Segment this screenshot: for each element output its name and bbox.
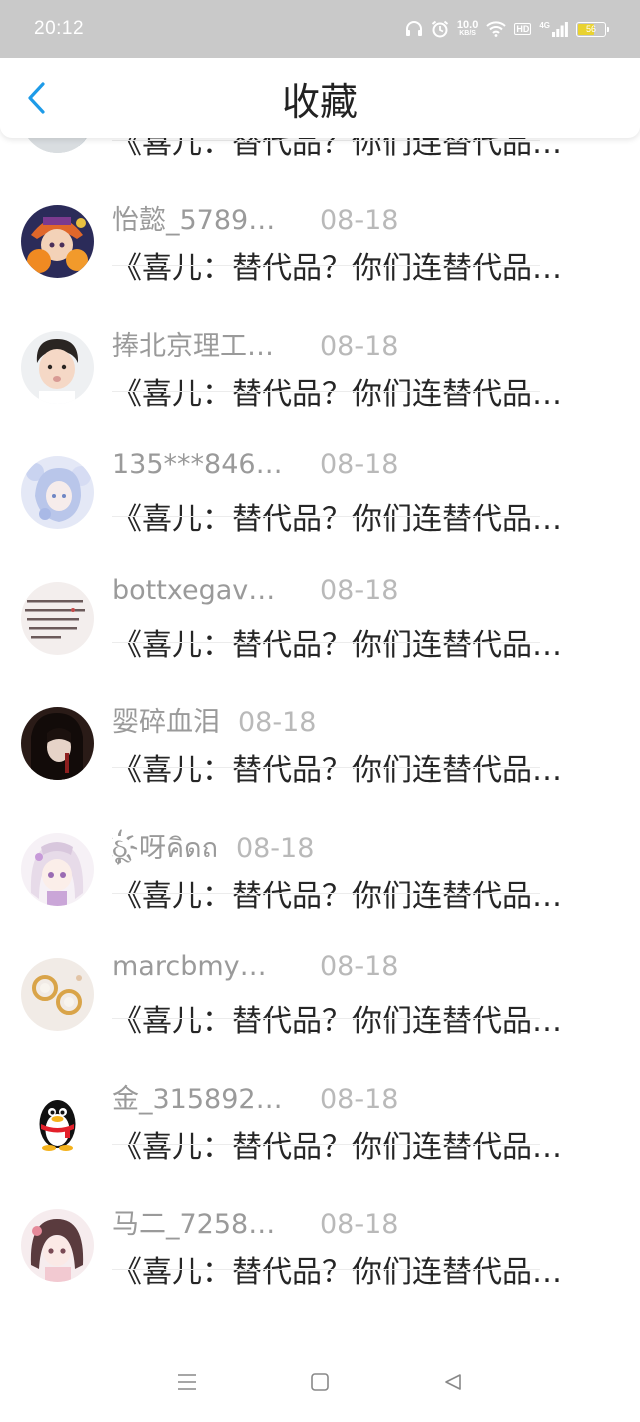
item-meta: bottxegav… 08-18 xyxy=(112,575,398,606)
home-square-icon xyxy=(311,1373,329,1391)
favorites-list: 《喜儿：替代品？你们连替代品… 怡懿_5789… 08-18 《喜儿：替代品？你… xyxy=(0,80,640,1290)
header: 收藏 xyxy=(0,58,640,138)
net-speed-unit: KB/S xyxy=(459,30,476,37)
item-meta: 怡懿_5789… 08-18 xyxy=(112,198,398,237)
avatar xyxy=(21,832,94,906)
menu-button[interactable] xyxy=(167,1362,207,1402)
avatar-anime-blue-icon xyxy=(21,456,94,529)
item-meta: 135***846… 08-18 xyxy=(112,449,398,480)
avatar xyxy=(21,581,94,655)
username[interactable]: 135***846… xyxy=(112,449,320,480)
battery-text: 56 xyxy=(585,24,596,34)
signal-icon: 4G xyxy=(539,21,568,37)
list-item[interactable]: 捧北京理工… 08-18 《喜儿：替代品？你们连替代品… xyxy=(0,269,640,412)
avatar xyxy=(21,330,94,404)
avatar-earrings-icon xyxy=(21,958,94,1031)
username[interactable]: 马二_7258… xyxy=(112,1202,320,1241)
list-item[interactable]: marcbmy… 08-18 《喜儿：替代品？你们连替代品… xyxy=(0,896,640,1039)
date: 08-18 xyxy=(238,707,317,738)
menu-icon xyxy=(177,1374,196,1390)
divider xyxy=(112,1269,540,1270)
item-meta: 金_315892… 08-18 xyxy=(112,1077,398,1116)
divider xyxy=(112,140,540,141)
status-time: 20:12 xyxy=(34,18,85,39)
avatar-anime-pink-icon xyxy=(21,1209,94,1282)
back-nav-button[interactable] xyxy=(433,1362,473,1402)
date: 08-18 xyxy=(235,832,315,864)
avatar-boy-icon xyxy=(21,330,94,404)
username[interactable]: bottxegav… xyxy=(112,575,320,606)
divider xyxy=(112,1143,540,1145)
back-triangle-icon xyxy=(445,1374,462,1390)
wifi-icon xyxy=(486,21,507,37)
item-meta: 捧北京理工… 08-18 xyxy=(112,324,398,363)
page-title: 收藏 xyxy=(281,80,358,124)
username[interactable]: 怡懿_5789… xyxy=(112,198,320,237)
list-item[interactable]: bottxegav… 08-18 《喜儿：替代品？你们连替代品… xyxy=(0,520,640,663)
list-item[interactable]: ઠૂ҉呀คิดถ 08-18 《喜儿：替代品？你们连替代品… xyxy=(0,771,640,914)
username[interactable]: 捧北京理工… xyxy=(112,324,320,363)
headphones-icon xyxy=(405,21,423,37)
avatar xyxy=(21,958,94,1031)
navigation-bar xyxy=(0,1342,640,1422)
list-item[interactable]: 怡懿_5789… 08-18 《喜儿：替代品？你们连替代品… xyxy=(0,143,640,286)
list-item[interactable]: 马二_7258… 08-18 《喜儿：替代品？你们连替代品… xyxy=(0,1147,640,1290)
net-speed-value: 10.0 xyxy=(456,19,479,31)
avatar xyxy=(21,1083,94,1157)
divider xyxy=(112,1018,540,1019)
screen: 20:12 10.0 KB/S HD 4G 56 收藏 《喜儿：替代品？你们连替… xyxy=(0,0,640,1422)
date: 08-18 xyxy=(320,1083,399,1115)
date: 08-18 xyxy=(320,951,399,982)
date: 08-18 xyxy=(320,449,399,480)
avatar-dark-art-icon xyxy=(21,707,94,780)
avatar xyxy=(21,205,94,278)
item-meta: ઠૂ҉呀คิดถ 08-18 xyxy=(112,826,314,869)
username[interactable]: marcbmy… xyxy=(112,951,320,982)
status-icons: 10.0 KB/S HD 4G 56 xyxy=(405,20,609,38)
item-meta: marcbmy… 08-18 xyxy=(112,951,398,982)
list-item[interactable]: 金_315892… 08-18 《喜儿：替代品？你们连替代品… xyxy=(0,1022,640,1165)
hd-badge: HD xyxy=(514,23,532,35)
username[interactable]: 婴碎血泪 xyxy=(112,700,220,739)
alarm-icon xyxy=(431,20,449,38)
date: 08-18 xyxy=(320,330,399,362)
item-meta: 马二_7258… 08-18 xyxy=(112,1202,398,1241)
divider xyxy=(112,641,540,643)
avatar xyxy=(21,456,94,529)
divider xyxy=(112,767,540,768)
list-item[interactable]: 135***846… 08-18 《喜儿：替代品？你们连替代品… xyxy=(0,394,640,537)
username[interactable]: ઠૂ҉呀คิดถ xyxy=(112,826,218,869)
divider xyxy=(112,892,540,894)
username[interactable]: 金_315892… xyxy=(112,1077,320,1116)
list-item[interactable]: 婴碎血泪 08-18 《喜儿：替代品？你们连替代品… xyxy=(0,645,640,788)
avatar xyxy=(21,1209,94,1282)
battery-icon: 56 xyxy=(576,21,609,37)
home-button[interactable] xyxy=(300,1362,340,1402)
date: 08-18 xyxy=(320,1209,399,1240)
divider xyxy=(112,265,540,266)
avatar-halloween-icon xyxy=(21,205,94,278)
net-speed: 10.0 KB/S xyxy=(457,20,478,38)
divider xyxy=(112,516,540,517)
avatar xyxy=(21,707,94,780)
qq-penguin-icon xyxy=(21,1083,94,1157)
avatar-handwriting-icon xyxy=(21,581,94,655)
date: 08-18 xyxy=(320,205,399,236)
avatar-anime-girl-icon xyxy=(21,832,94,906)
network-label: 4G xyxy=(539,21,550,30)
date: 08-18 xyxy=(320,574,399,606)
item-meta: 婴碎血泪 08-18 xyxy=(112,700,316,739)
status-bar: 20:12 10.0 KB/S HD 4G 56 xyxy=(0,0,640,58)
divider xyxy=(112,390,540,392)
